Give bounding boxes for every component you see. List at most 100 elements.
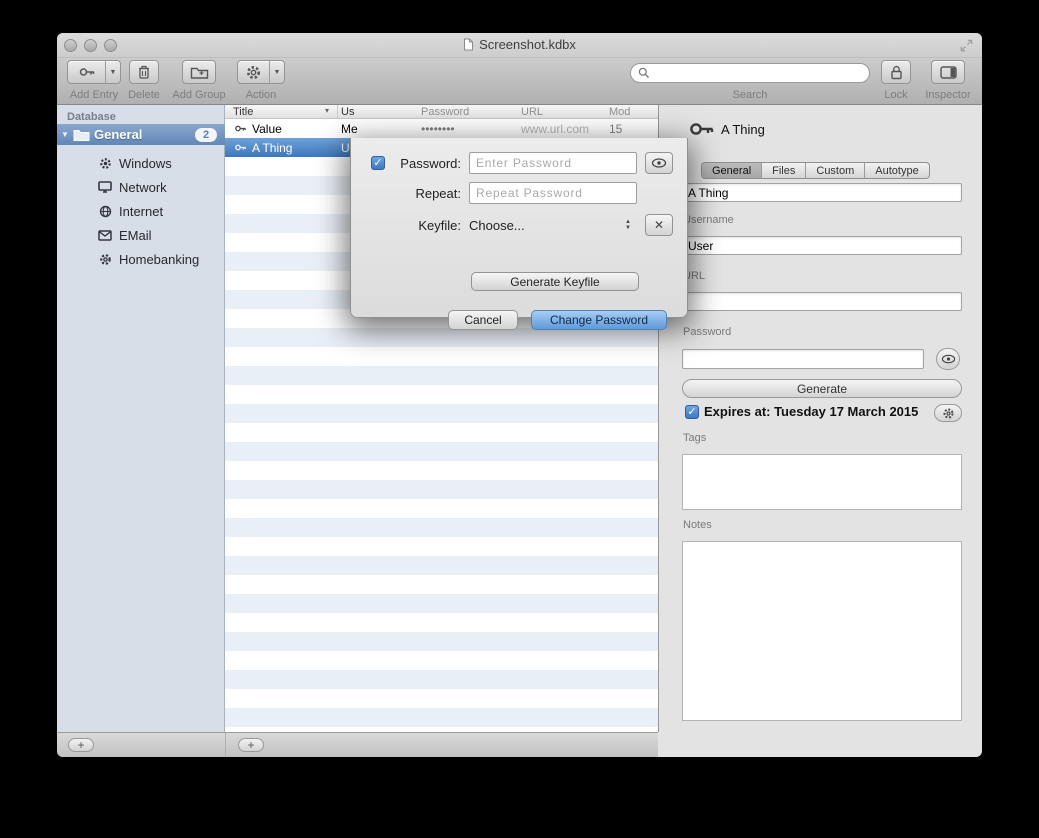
- tab-custom[interactable]: Custom: [806, 163, 865, 178]
- tags-input[interactable]: [682, 454, 962, 510]
- sheet-show-password-button[interactable]: [645, 152, 673, 174]
- column-title[interactable]: Title: [233, 106, 253, 118]
- notes-input[interactable]: [682, 541, 962, 721]
- expires-gear-button[interactable]: [934, 404, 962, 422]
- delete-button[interactable]: [129, 60, 159, 84]
- entry-key-icon: [235, 123, 247, 134]
- column-username[interactable]: Us: [341, 106, 354, 118]
- titlebar[interactable]: Screenshot.kdbx: [57, 33, 982, 58]
- sheet-password-input[interactable]: [469, 152, 637, 174]
- action-label: Action: [237, 89, 285, 101]
- entry-row-value[interactable]: Value Me •••••••• www.url.com 15: [225, 119, 658, 138]
- generate-keyfile-button[interactable]: Generate Keyfile: [471, 272, 639, 291]
- change-password-button[interactable]: Change Password: [531, 310, 667, 330]
- globe-icon: [97, 205, 113, 218]
- keyfile-popup[interactable]: Choose... ▲ ▼: [469, 218, 637, 233]
- window-title: Screenshot.kdbx: [57, 37, 982, 52]
- title-field[interactable]: [682, 183, 962, 202]
- inspector-panel-icon: [940, 66, 957, 79]
- show-password-button[interactable]: [936, 348, 960, 370]
- entry-password: ••••••••: [421, 122, 455, 136]
- generate-password-button[interactable]: Generate: [682, 379, 962, 398]
- fullscreen-icon[interactable]: [959, 38, 974, 53]
- folder-icon: [190, 65, 209, 80]
- gear-icon: [238, 64, 269, 81]
- inspector-tabs: General Files Custom Autotype: [701, 162, 930, 179]
- generate-label: Generate: [797, 382, 847, 396]
- entry-list-header[interactable]: Title ▾ Us Password URL Mod: [225, 105, 658, 119]
- clear-keyfile-button[interactable]: ✕: [645, 214, 673, 236]
- action-button[interactable]: ▼: [237, 60, 285, 84]
- search-input[interactable]: [654, 65, 869, 81]
- sidebar-group-label: General: [94, 127, 195, 142]
- expires-checkbox[interactable]: ✓: [685, 405, 699, 419]
- add-group-label: Add Group: [169, 89, 229, 101]
- lock-button[interactable]: [881, 60, 911, 84]
- sidebar-item-label: Internet: [119, 204, 163, 219]
- cancel-label: Cancel: [464, 313, 501, 327]
- action-dropdown-arrow[interactable]: ▼: [269, 61, 284, 83]
- windows-icon: [97, 157, 113, 170]
- search-field[interactable]: [630, 63, 870, 83]
- sidebar-item-homebanking[interactable]: Homebanking: [57, 248, 225, 270]
- eye-icon: [651, 158, 667, 168]
- tab-autotype[interactable]: Autotype: [865, 163, 928, 178]
- lock-icon: [889, 64, 904, 81]
- trash-icon: [136, 63, 152, 81]
- key-icon: [68, 64, 105, 80]
- cancel-button[interactable]: Cancel: [448, 310, 518, 330]
- homebanking-gear-icon: [97, 253, 113, 266]
- tab-files[interactable]: Files: [762, 163, 806, 178]
- sidebar-header: Database: [67, 111, 116, 123]
- keyfile-popup-value: Choose...: [469, 218, 525, 233]
- column-password[interactable]: Password: [421, 106, 469, 118]
- gear-icon: [942, 407, 955, 420]
- sidebar-item-label: Network: [119, 180, 167, 195]
- sheet-password-checkbox[interactable]: ✓: [371, 156, 385, 170]
- sheet-keyfile-label: Keyfile:: [389, 218, 461, 233]
- add-group-plus-button[interactable]: +: [68, 738, 94, 752]
- sort-arrow-icon: ▾: [325, 106, 329, 115]
- entry-url: www.url.com: [521, 122, 589, 136]
- sidebar-item-internet[interactable]: Internet: [57, 200, 225, 222]
- url-field[interactable]: [682, 292, 962, 311]
- entry-username: Me: [341, 122, 358, 136]
- add-entry-plus-button[interactable]: +: [238, 738, 264, 752]
- add-group-button[interactable]: [182, 60, 216, 84]
- disclosure-triangle-icon[interactable]: ▼: [57, 130, 73, 139]
- sidebar-item-windows[interactable]: Windows: [57, 152, 225, 174]
- search-icon: [638, 67, 650, 79]
- inspector-button[interactable]: [931, 60, 965, 84]
- group-folder-icon: [73, 128, 90, 141]
- sheet-repeat-input[interactable]: [469, 182, 637, 204]
- network-icon: [97, 181, 113, 193]
- change-password-sheet: ✓ Password: Repeat: Keyfile: Choose...: [350, 138, 688, 318]
- document-icon: [463, 38, 474, 51]
- generate-keyfile-label: Generate Keyfile: [510, 275, 599, 289]
- inspector-label: Inspector: [918, 89, 978, 101]
- add-entry-button[interactable]: ▼: [67, 60, 121, 84]
- column-modified[interactable]: Mod: [609, 106, 630, 118]
- tab-general[interactable]: General: [702, 163, 762, 178]
- entry-title: A Thing: [252, 141, 292, 155]
- search-label: Search: [720, 89, 780, 101]
- sheet-repeat-label: Repeat:: [389, 186, 461, 201]
- sheet-password-label: Password:: [389, 156, 461, 171]
- entry-key-large-icon: [689, 116, 715, 142]
- sidebar-item-email[interactable]: EMail: [57, 224, 225, 246]
- delete-label: Delete: [126, 89, 162, 101]
- bottom-bar: + +: [57, 732, 658, 757]
- password-label: Password: [683, 326, 731, 338]
- password-field[interactable]: [682, 349, 924, 369]
- panel-divider: [225, 733, 226, 757]
- sidebar-group-general[interactable]: ▼ General 2: [57, 124, 225, 145]
- expires-label: Expires at: Tuesday 17 March 2015: [704, 404, 918, 419]
- sidebar-group-badge: 2: [195, 128, 217, 142]
- username-field[interactable]: [682, 236, 962, 255]
- tags-label: Tags: [683, 432, 706, 444]
- column-url[interactable]: URL: [521, 106, 543, 118]
- sidebar: Database ▼ General 2 Windows Network: [57, 105, 225, 732]
- add-entry-dropdown-arrow[interactable]: ▼: [105, 61, 120, 83]
- column-divider[interactable]: [337, 105, 338, 119]
- sidebar-item-network[interactable]: Network: [57, 176, 225, 198]
